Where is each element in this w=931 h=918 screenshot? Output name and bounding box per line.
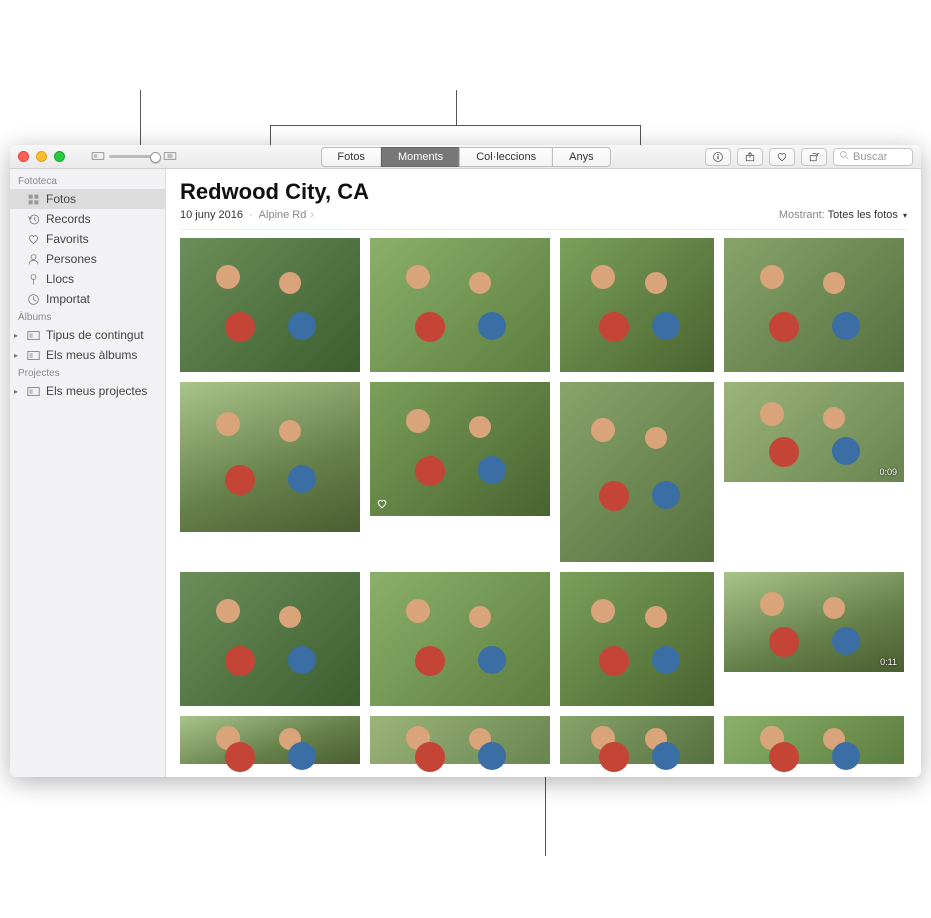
sidebar-item-label: Favorits (46, 232, 89, 246)
disclosure-triangle-icon[interactable]: ▸ (14, 331, 18, 340)
zoom-out-icon (91, 148, 105, 166)
window-controls (18, 151, 65, 162)
sidebar-section-title: Projectes (10, 365, 165, 381)
search-placeholder: Buscar (853, 151, 887, 163)
photo-thumbnail[interactable] (180, 572, 360, 706)
photo-thumbnail[interactable] (370, 716, 550, 764)
content-area: Redwood City, CA 10 juny 2016 · Alpine R… (166, 169, 921, 777)
sidebar-item[interactable]: Fotos (10, 189, 165, 209)
sidebar-item-label: Llocs (46, 272, 74, 286)
album-icon (26, 348, 40, 362)
album-icon (26, 384, 40, 398)
thumbnail-zoom (91, 148, 177, 166)
zoom-in-icon (163, 148, 177, 166)
disclosure-triangle-icon[interactable]: ▸ (14, 351, 18, 360)
photo-thumbnail[interactable] (560, 716, 714, 764)
photo-thumbnail[interactable] (724, 716, 904, 764)
favorite-button[interactable] (769, 148, 795, 166)
fullscreen-window-button[interactable] (54, 151, 65, 162)
sidebar-item[interactable]: Records (10, 209, 165, 229)
sidebar-section-title: Fototeca (10, 173, 165, 189)
photo-thumbnail[interactable] (370, 572, 550, 706)
photo-thumbnail[interactable] (560, 238, 714, 372)
search-field[interactable]: Buscar (833, 148, 913, 166)
photo-thumbnail[interactable]: 0:11 (724, 572, 904, 672)
chevron-right-icon: › (310, 209, 314, 221)
chevron-down-icon: ▾ (903, 211, 907, 220)
separator-dot: · (249, 209, 253, 221)
sidebar-item-label: Persones (46, 252, 97, 266)
photo-thumbnail[interactable] (180, 238, 360, 372)
photo-row (180, 238, 907, 372)
photo-thumbnail[interactable] (560, 382, 714, 562)
sidebar-item-label: Tipus de contingut (46, 328, 144, 342)
sidebar-item-label: Els meus àlbums (46, 348, 137, 362)
favorite-heart-icon (376, 498, 388, 512)
moment-date: 10 juny 2016 (180, 209, 243, 221)
zoom-slider[interactable] (109, 155, 159, 158)
album-icon (26, 328, 40, 342)
callout-line (640, 125, 641, 145)
callout-line (270, 125, 640, 126)
photo-row (180, 716, 907, 764)
sidebar-item[interactable]: ▸ Els meus àlbums (10, 345, 165, 365)
callout-line (545, 776, 546, 856)
view-segmented-control: Fotos Moments Col·leccions Anys (320, 147, 610, 167)
share-button[interactable] (737, 148, 763, 166)
segment-colleccions[interactable]: Col·leccions (459, 147, 552, 167)
video-duration-badge: 0:11 (877, 656, 900, 668)
titlebar: Fotos Moments Col·leccions Anys Bus (10, 145, 921, 169)
info-button[interactable] (705, 148, 731, 166)
grid-icon (26, 192, 40, 206)
callout-line (456, 90, 457, 125)
sidebar-item-label: Records (46, 212, 91, 226)
video-duration-badge: 0:09 (876, 466, 900, 478)
segment-fotos[interactable]: Fotos (320, 147, 381, 167)
photo-thumbnail[interactable] (560, 572, 714, 706)
showing-filter[interactable]: Mostrant: Totes les fotos ▾ (779, 209, 907, 221)
photo-row: 0:11 (180, 572, 907, 706)
close-window-button[interactable] (18, 151, 29, 162)
toolbar-actions: Buscar (705, 148, 913, 166)
sidebar-item-label: Importat (46, 292, 90, 306)
moment-header: Redwood City, CA 10 juny 2016 · Alpine R… (166, 169, 921, 230)
moment-location[interactable]: Alpine Rd (259, 209, 307, 221)
callout-line (140, 90, 141, 145)
app-window: Fotos Moments Col·leccions Anys Bus (10, 145, 921, 777)
rotate-button[interactable] (801, 148, 827, 166)
search-icon (839, 150, 849, 163)
callout-line (270, 125, 271, 145)
photo-thumbnail[interactable] (180, 382, 360, 532)
clock-back-icon (26, 212, 40, 226)
sidebar-item[interactable]: Favorits (10, 229, 165, 249)
sidebar-section-title: Àlbums (10, 309, 165, 325)
sidebar-item[interactable]: ▸ Tipus de contingut (10, 325, 165, 345)
clock-icon (26, 292, 40, 306)
disclosure-triangle-icon[interactable]: ▸ (14, 387, 18, 396)
sidebar-item[interactable]: Persones (10, 249, 165, 269)
moment-title: Redwood City, CA (180, 179, 907, 205)
segment-moments[interactable]: Moments (381, 147, 459, 167)
sidebar: Fototeca Fotos Records Favorits Persones Lloc… (10, 169, 166, 777)
pin-icon (26, 272, 40, 286)
sidebar-item[interactable]: Importat (10, 289, 165, 309)
photo-row: 0:09 (180, 382, 907, 562)
photo-thumbnail[interactable] (370, 382, 550, 516)
sidebar-item[interactable]: ▸ Els meus projectes (10, 381, 165, 401)
minimize-window-button[interactable] (36, 151, 47, 162)
photo-grid: 0:09 0:11 (166, 230, 921, 777)
sidebar-item[interactable]: Llocs (10, 269, 165, 289)
sidebar-item-label: Fotos (46, 192, 76, 206)
photo-thumbnail[interactable]: 0:09 (724, 382, 904, 482)
heart-icon (26, 232, 40, 246)
person-icon (26, 252, 40, 266)
photo-thumbnail[interactable] (724, 238, 904, 372)
segment-anys[interactable]: Anys (552, 147, 610, 167)
sidebar-item-label: Els meus projectes (46, 384, 147, 398)
photo-thumbnail[interactable] (370, 238, 550, 372)
photo-thumbnail[interactable] (180, 716, 360, 764)
